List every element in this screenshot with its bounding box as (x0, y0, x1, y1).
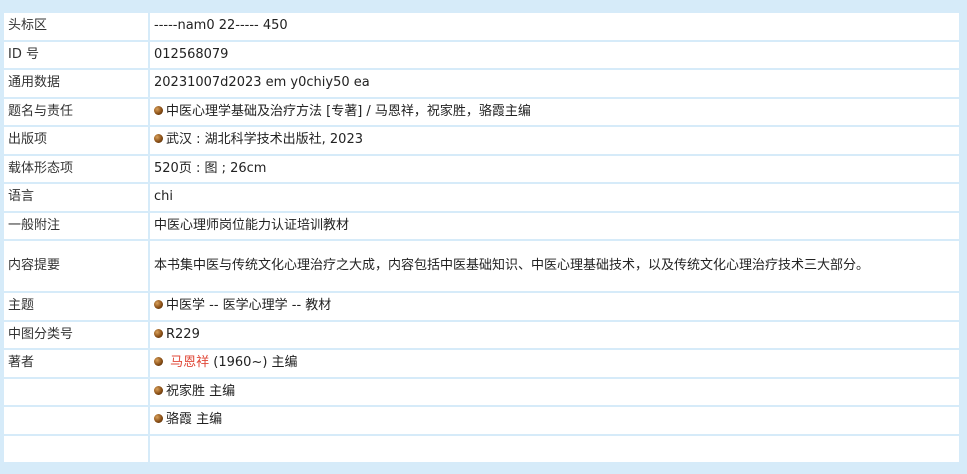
row-author-primary: 著者 马恩祥 (1960~) 主编 (4, 350, 959, 379)
row-author-3: 骆霞 主编 (4, 407, 959, 436)
author-3-link[interactable]: 骆霞 主编 (166, 412, 222, 427)
row-language: 语言 chi (4, 184, 959, 213)
value-author-3-cell: 骆霞 主编 (150, 407, 959, 436)
value-author-2-cell: 祝家胜 主编 (150, 379, 959, 407)
row-general-note: 一般附注 中医心理师岗位能力认证培训教材 (4, 212, 959, 241)
row-id: ID 号 012568079 (4, 41, 959, 70)
row-empty (4, 435, 959, 464)
row-author-2: 祝家胜 主编 (4, 378, 959, 407)
row-publication: 出版项 武汉 : 湖北科学技术出版社, 2023 (4, 127, 959, 156)
row-title: 题名与责任 中医心理学基础及治疗方法 [专著] / 马恩祥，祝家胜，骆霞主编 (4, 98, 959, 127)
bullet-icon (154, 300, 163, 310)
title-link[interactable]: 中医心理学基础及治疗方法 [专著] / 马恩祥，祝家胜，骆霞主编 (166, 104, 531, 119)
marc-record-table: 头标区 -----nam0 22----- 450 ID 号 012568079… (4, 13, 959, 464)
classification-link[interactable]: R229 (166, 327, 200, 342)
bullet-icon (154, 385, 163, 395)
value-title-cell: 中医心理学基础及治疗方法 [专著] / 马恩祥，祝家胜，骆霞主编 (150, 99, 959, 127)
label-language: 语言 (4, 184, 150, 213)
value-physical-desc: 520页 : 图 ; 26cm (150, 156, 959, 184)
marc-record-frame: 头标区 -----nam0 22----- 450 ID 号 012568079… (4, 13, 959, 464)
value-general-data: 20231007d2023 em y0chiy50 ea (150, 70, 959, 99)
row-general-data: 通用数据 20231007d2023 em y0chiy50 ea (4, 70, 959, 99)
row-classification: 中图分类号 R229 (4, 321, 959, 350)
value-subject-cell: 中医学 -- 医学心理学 -- 教材 (150, 293, 959, 322)
value-general-note: 中医心理师岗位能力认证培训教材 (150, 213, 959, 241)
row-physical-desc: 载体形态项 520页 : 图 ; 26cm (4, 155, 959, 184)
value-publication-cell: 武汉 : 湖北科学技术出版社, 2023 (150, 127, 959, 156)
row-abstract: 内容提要 本书集中医与传统文化心理治疗之大成，内容包括中医基础知识、中医心理基础… (4, 241, 959, 293)
value-empty (150, 436, 959, 464)
bullet-icon (154, 357, 163, 367)
label-general-data: 通用数据 (4, 70, 150, 99)
label-abstract: 内容提要 (4, 241, 150, 293)
label-classification: 中图分类号 (4, 321, 150, 350)
label-empty (4, 378, 150, 407)
label-empty (4, 407, 150, 436)
label-id: ID 号 (4, 41, 150, 70)
label-title: 题名与责任 (4, 98, 150, 127)
author-primary-suffix: (1960~) 主编 (209, 355, 298, 371)
subject-link[interactable]: 中医学 -- 医学心理学 -- 教材 (166, 298, 331, 313)
label-general-note: 一般附注 (4, 212, 150, 241)
label-publication: 出版项 (4, 127, 150, 156)
bullet-icon (154, 328, 163, 338)
value-header-area: -----nam0 22----- 450 (150, 13, 959, 42)
value-language: chi (150, 184, 959, 213)
author-2-link[interactable]: 祝家胜 主编 (166, 384, 235, 399)
label-physical-desc: 载体形态项 (4, 155, 150, 184)
publication-link[interactable]: 武汉 : 湖北科学技术出版社, 2023 (166, 132, 363, 147)
author-primary-link[interactable]: 马恩祥 (170, 355, 209, 370)
row-header-area: 头标区 -----nam0 22----- 450 (4, 13, 959, 42)
bullet-icon (154, 414, 163, 424)
value-id: 012568079 (150, 42, 959, 70)
value-author-primary-cell: 马恩祥 (1960~) 主编 (150, 350, 959, 379)
bullet-icon (154, 134, 163, 144)
label-subject: 主题 (4, 293, 150, 322)
label-author: 著者 (4, 350, 150, 379)
value-abstract: 本书集中医与传统文化心理治疗之大成，内容包括中医基础知识、中医心理基础技术，以及… (150, 241, 959, 293)
row-subject: 主题 中医学 -- 医学心理学 -- 教材 (4, 293, 959, 322)
bullet-icon (154, 105, 163, 115)
value-classification-cell: R229 (150, 322, 959, 350)
label-header-area: 头标区 (4, 13, 150, 42)
label-empty (4, 435, 150, 464)
